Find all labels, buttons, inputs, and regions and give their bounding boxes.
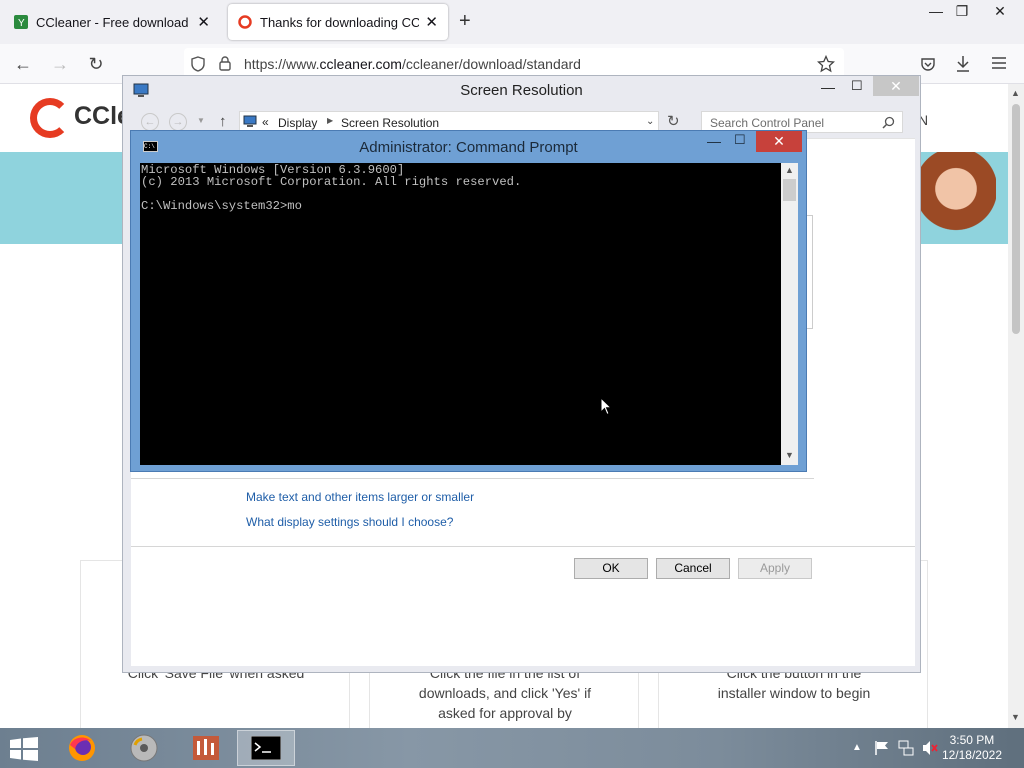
shield-icon[interactable]: [190, 56, 206, 72]
command-prompt-title: Administrator: Command Prompt: [359, 139, 578, 156]
tab-title: CCleaner - Free download and: [36, 14, 191, 30]
display-monitor-icon: [243, 115, 257, 127]
tab-thanks-for-downloading[interactable]: Thanks for downloading CClea ✕: [228, 4, 448, 40]
ccleaner-logo-icon[interactable]: [30, 98, 70, 138]
tab-close-icon[interactable]: ✕: [425, 13, 438, 31]
clock-time: 3:50 PM: [949, 733, 995, 747]
make-text-larger-link[interactable]: Make text and other items larger or smal…: [246, 490, 474, 504]
scrollbar-thumb[interactable]: [1012, 104, 1020, 334]
taskbar-control-panel[interactable]: [177, 730, 235, 766]
search-input[interactable]: Search Control Panel: [710, 116, 824, 130]
url-path: /ccleaner/download/standard: [401, 56, 581, 72]
page-scrollbar[interactable]: ▼ ▲: [1008, 84, 1024, 728]
restore-icon[interactable]: ❐: [946, 0, 978, 22]
url-prefix: https://www.: [244, 56, 320, 72]
command-prompt-window[interactable]: C:\ Administrator: Command Prompt — ☐ ✕ …: [130, 130, 807, 472]
breadcrumb-overflow[interactable]: «: [262, 115, 269, 129]
cmd-icon: [251, 736, 281, 760]
up-arrow-icon[interactable]: ↑: [219, 113, 227, 130]
network-icon[interactable]: [898, 740, 914, 756]
url-domain: ccleaner.com: [319, 56, 402, 72]
command-prompt-titlebar[interactable]: C:\ Administrator: Command Prompt — ☐: [131, 131, 806, 163]
search-icon[interactable]: [882, 116, 895, 129]
downloads-icon[interactable]: [955, 55, 971, 73]
divider: [131, 546, 915, 547]
screen-resolution-title: Screen Resolution: [460, 82, 583, 99]
browser-tab-bar: Y CCleaner - Free download and ✕ Thanks …: [0, 0, 1024, 44]
divider: [131, 478, 814, 479]
close-icon[interactable]: ✕: [984, 0, 1016, 22]
site-favicon-icon: Y: [14, 15, 28, 29]
minimize-icon[interactable]: —: [707, 133, 721, 149]
breadcrumb-display[interactable]: Display: [278, 116, 317, 130]
taskbar-firefox[interactable]: [53, 730, 111, 766]
action-center-flag-icon[interactable]: [874, 741, 890, 755]
control-panel-icon: [193, 736, 219, 760]
mouse-cursor-icon: [600, 397, 612, 416]
reload-icon[interactable]: ↻: [85, 53, 107, 75]
console-output-area[interactable]: Microsoft Windows [Version 6.3.9600] (c)…: [140, 163, 781, 465]
ok-button[interactable]: OK: [574, 558, 648, 579]
scroll-up-arrow-icon[interactable]: ▲: [1011, 88, 1020, 98]
firefox-icon: [69, 735, 95, 761]
pocket-icon[interactable]: [920, 56, 936, 72]
screen-resolution-titlebar[interactable]: Screen Resolution — ☐ ✕: [123, 76, 920, 106]
svg-text:Y: Y: [18, 18, 25, 29]
scroll-down-arrow-icon[interactable]: ▼: [1011, 712, 1020, 722]
display-settings-help-link[interactable]: What display settings should I choose?: [246, 515, 453, 529]
minimize-icon[interactable]: —: [821, 79, 835, 95]
taskbar-dvd[interactable]: [115, 730, 173, 766]
maximize-icon[interactable]: ☐: [734, 132, 746, 148]
scroll-up-arrow-icon[interactable]: ▲: [785, 165, 794, 175]
close-icon[interactable]: ✕: [873, 76, 919, 96]
show-hidden-icons-chevron-up-icon[interactable]: ▲: [852, 742, 862, 753]
ccleaner-favicon-icon: [238, 15, 252, 29]
scroll-down-arrow-icon[interactable]: ▼: [785, 450, 794, 460]
taskbar-cmd[interactable]: [237, 730, 295, 766]
maximize-icon[interactable]: ☐: [851, 78, 863, 94]
speaker-muted-icon[interactable]: [922, 740, 938, 756]
url-text: https://www.ccleaner.com/ccleaner/downlo…: [244, 56, 581, 72]
back-arrow-icon[interactable]: ←: [141, 113, 159, 131]
system-clock[interactable]: 3:50 PM 12/18/2022: [942, 733, 1002, 763]
scrollbar-thumb[interactable]: [783, 179, 796, 201]
close-icon[interactable]: ✕: [756, 131, 802, 152]
clock-date: 12/18/2022: [941, 748, 1002, 762]
bookmark-star-icon[interactable]: [817, 55, 835, 73]
apply-button[interactable]: Apply: [738, 558, 812, 579]
lock-icon[interactable]: [218, 55, 232, 71]
refresh-icon[interactable]: ↻: [667, 112, 680, 130]
tab-close-icon[interactable]: ✕: [197, 13, 210, 31]
menu-hamburger-icon[interactable]: [992, 57, 1006, 69]
breadcrumb-screen-resolution[interactable]: Screen Resolution: [341, 116, 439, 130]
console-scrollbar[interactable]: ▲ ▼: [781, 163, 798, 465]
tab-ccleaner-download[interactable]: Y CCleaner - Free download and ✕: [4, 4, 220, 40]
forward-arrow-icon[interactable]: →: [49, 53, 71, 75]
breadcrumb-separator-icon: ▶: [327, 116, 334, 125]
forward-arrow-icon[interactable]: →: [169, 113, 187, 131]
cancel-button[interactable]: Cancel: [656, 558, 730, 579]
tab-title: Thanks for downloading CClea: [260, 14, 420, 30]
back-arrow-icon[interactable]: ←: [12, 53, 34, 75]
recent-dropdown-icon[interactable]: ▼: [197, 116, 205, 125]
new-tab-plus-icon[interactable]: +: [459, 10, 471, 33]
start-windows-icon[interactable]: [10, 737, 38, 764]
hero-woman-image: [916, 152, 996, 244]
dvd-icon: [130, 734, 158, 762]
windows-taskbar: ▲ 3:50 PM 12/18/2022: [0, 728, 1024, 768]
chevron-down-icon[interactable]: ⌄: [646, 116, 654, 127]
console-text: Microsoft Windows [Version 6.3.9600] (c)…: [141, 163, 522, 213]
